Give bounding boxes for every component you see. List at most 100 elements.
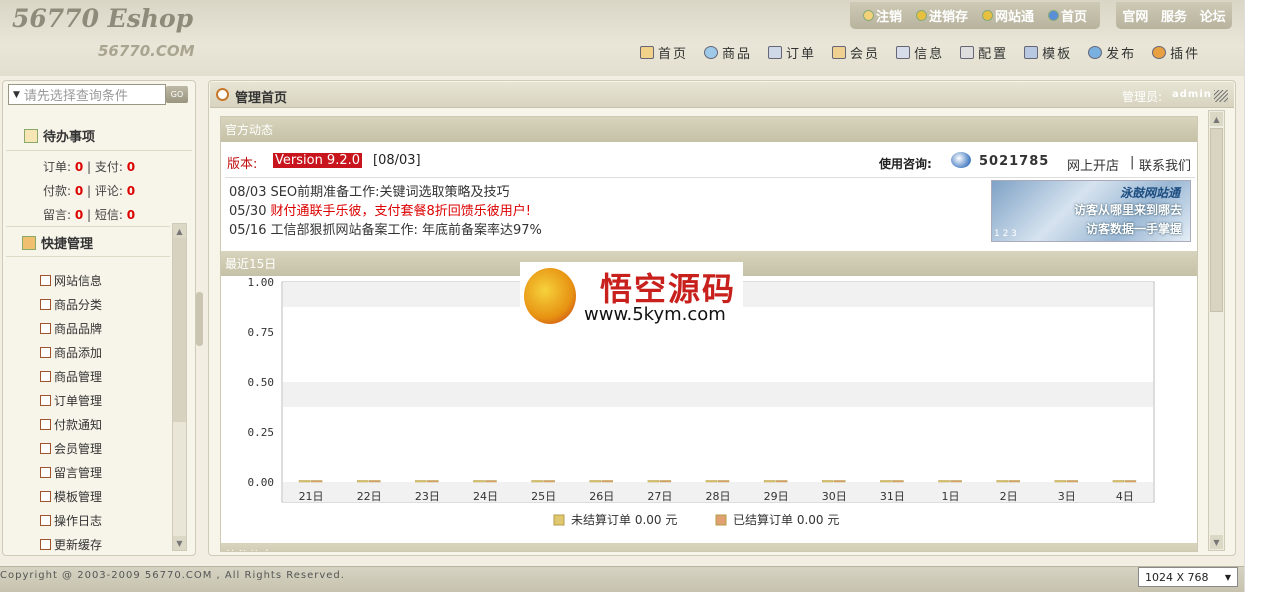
todo-paid-value[interactable]: 0	[75, 184, 83, 198]
bar	[659, 480, 672, 483]
qq-number[interactable]: 5021785	[979, 154, 1049, 169]
menu-template-manage[interactable]: 模板管理	[40, 484, 170, 508]
top-links-bar-2: 官网 服务 论坛	[1116, 2, 1232, 29]
plugin-icon	[1152, 45, 1167, 59]
menu-goods-manage[interactable]: 商品管理	[40, 364, 170, 388]
page-icon	[40, 322, 51, 334]
bar	[601, 480, 613, 483]
nav-home[interactable]: 首页	[640, 42, 688, 62]
todo-msg-label: 留言:	[43, 208, 72, 222]
version-date: [08/03]	[373, 153, 421, 168]
menu-label: 商品品牌	[54, 321, 103, 336]
sidebar-collapse-handle[interactable]	[196, 292, 203, 346]
info-icon	[896, 45, 911, 59]
page-icon	[40, 442, 51, 454]
open-shop-link[interactable]: 网上开店	[1067, 155, 1119, 174]
scroll-up-icon[interactable]: ▲	[1210, 112, 1223, 126]
nav-config-label: 配置	[978, 46, 1009, 62]
todo-section-title: 待办事项	[24, 126, 95, 145]
scroll-thumb[interactable]	[173, 238, 186, 422]
contact-link[interactable]: 联系我们	[1139, 155, 1191, 174]
todo-paid-label: 付款:	[43, 184, 72, 198]
bar	[1124, 480, 1137, 483]
bar	[775, 480, 788, 483]
quick-menu: 网站信息 商品分类 商品品牌 商品添加 商品管理 订单管理 付款通知 会员管理 …	[40, 268, 170, 556]
official-site-link[interactable]: 官网	[1122, 6, 1148, 25]
forum-link[interactable]: 论坛	[1200, 6, 1226, 25]
legend-swatch	[553, 514, 565, 526]
menu-member-manage[interactable]: 会员管理	[40, 436, 170, 460]
y-tick-label: 1.00	[248, 278, 275, 289]
news-item-3[interactable]: 05/16 工信部狠抓网站备案工作: 年底前备案率达97%	[229, 219, 542, 238]
menu-goods-category[interactable]: 商品分类	[40, 292, 170, 316]
service-link[interactable]: 服务	[1161, 6, 1187, 25]
main-scrollbar[interactable]: ▲ ▼	[1208, 110, 1225, 551]
news-item-1[interactable]: 08/03 SEO前期准备工作:关键词选取策略及技巧	[229, 181, 510, 200]
scroll-down-icon[interactable]: ▼	[173, 536, 186, 550]
copyright: Copyright @ 2003-2009 56770.COM , All Ri…	[0, 570, 345, 581]
nav-order-label: 订单	[786, 46, 817, 62]
sidebar-scrollbar[interactable]: ▲ ▼	[172, 223, 187, 551]
nav-publish[interactable]: 发布	[1088, 42, 1136, 62]
bar	[950, 480, 962, 483]
todo-row-1: 订单: 0 | 支付: 0	[43, 160, 136, 174]
gear-icon	[216, 88, 229, 101]
todo-row-2: 付款: 0 | 评论: 0	[43, 184, 136, 198]
bar	[996, 480, 1008, 483]
scroll-thumb[interactable]	[1210, 128, 1223, 312]
menu-operation-log[interactable]: 操作日志	[40, 508, 170, 532]
todo-msg-value[interactable]: 0	[75, 208, 83, 222]
todo-sms-value[interactable]: 0	[127, 208, 135, 222]
todo-comment-label: 评论:	[94, 184, 123, 198]
bar	[717, 480, 730, 483]
menu-label: 模板管理	[54, 489, 103, 504]
todo-order-label: 订单:	[43, 160, 72, 174]
nav-config[interactable]: 配置	[960, 42, 1008, 62]
bar	[938, 480, 950, 483]
nav-goods[interactable]: 商品	[704, 42, 752, 62]
search-go-button[interactable]: GO	[166, 86, 188, 103]
menu-payment-notice[interactable]: 付款通知	[40, 412, 170, 436]
todo-pay-value[interactable]: 0	[127, 160, 135, 174]
nav-order[interactable]: 订单	[768, 42, 816, 62]
news-text: SEO前期准备工作:关键词选取策略及技巧	[270, 185, 510, 200]
news-item-2[interactable]: 05/30 财付通联手乐彼，支付套餐8折回馈乐彼用户!	[229, 200, 531, 219]
x-tick-label: 3日	[1058, 490, 1076, 503]
search-select[interactable]: ▼ 请先选择查询条件	[8, 84, 166, 105]
resolution-select[interactable]: 1024 X 768 ▼	[1138, 567, 1238, 587]
bar	[543, 480, 555, 483]
version-label: 版本:	[227, 157, 258, 172]
todo-order-value[interactable]: 0	[75, 160, 83, 174]
ad-banner[interactable]: 泳鼓网站通 访客从哪里来到哪去 访客数据一手掌握 1 2 3	[991, 180, 1191, 242]
site-icon	[981, 10, 993, 21]
version-value: Version 9.2.0	[273, 153, 363, 168]
chevron-down-icon: ▼	[13, 89, 20, 100]
nav-member[interactable]: 会员	[832, 42, 880, 62]
logout-link[interactable]: 注销	[862, 6, 902, 25]
menu-goods-brand[interactable]: 商品品牌	[40, 316, 170, 340]
x-tick-label: 26日	[589, 490, 614, 503]
ad-pager[interactable]: 1 2 3	[994, 229, 1017, 239]
menu-update-cache[interactable]: 更新缓存	[40, 532, 170, 556]
nav-home-label: 首页	[658, 46, 689, 62]
scroll-up-icon[interactable]: ▲	[173, 224, 186, 238]
todo-title: 待办事项	[43, 130, 96, 145]
menu-message-manage[interactable]: 留言管理	[40, 460, 170, 484]
separator: |	[1130, 155, 1135, 170]
ie-home-icon	[1047, 10, 1059, 21]
inventory-link[interactable]: 进销存	[915, 6, 968, 25]
nav-plugin[interactable]: 插件	[1152, 42, 1200, 62]
site-link[interactable]: 网站通	[981, 6, 1034, 25]
bar	[356, 480, 369, 483]
todo-comment-value[interactable]: 0	[127, 184, 135, 198]
bar	[1054, 480, 1067, 483]
nav-template-label: 模板	[1042, 46, 1073, 62]
ie-home-link[interactable]: 首页	[1047, 6, 1087, 25]
scroll-down-icon[interactable]: ▼	[1210, 535, 1223, 549]
nav-template[interactable]: 模板	[1024, 42, 1072, 62]
menu-order-manage[interactable]: 订单管理	[40, 388, 170, 412]
nav-info[interactable]: 信息	[896, 42, 944, 62]
x-tick-label: 24日	[473, 490, 498, 503]
menu-goods-add[interactable]: 商品添加	[40, 340, 170, 364]
menu-site-info[interactable]: 网站信息	[40, 268, 170, 292]
